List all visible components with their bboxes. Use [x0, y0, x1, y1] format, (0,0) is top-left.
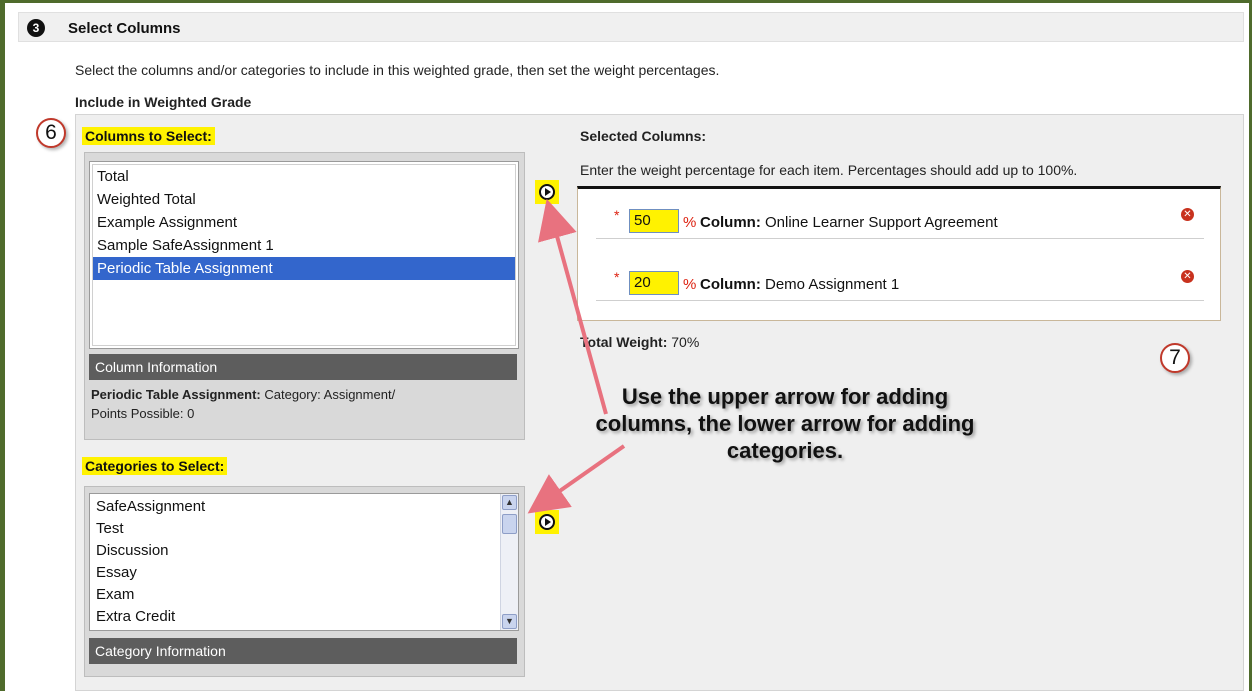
columns-panel: Total Weighted Total Example Assignment … — [84, 152, 525, 440]
list-item-selected[interactable]: Periodic Table Assignment — [93, 257, 515, 280]
categories-to-select-title: Categories to Select: — [82, 457, 228, 475]
required-mark: * — [614, 207, 620, 223]
selected-column-label: Column: Online Learner Support Agreement — [700, 214, 998, 231]
selected-columns-title: Selected Columns: — [580, 128, 707, 144]
add-column-button[interactable] — [535, 180, 559, 204]
selected-column-row: * 50 % Column: Online Learner Support Ag… — [596, 189, 1204, 239]
selected-column-label: Column: Demo Assignment 1 — [700, 276, 900, 293]
remove-circle-icon[interactable]: ✕ — [1181, 208, 1194, 221]
list-item[interactable]: Essay — [92, 562, 498, 584]
percent-sign: % — [683, 214, 697, 231]
add-category-button[interactable] — [535, 510, 559, 534]
selected-column-row: * 20 % Column: Demo Assignment 1 ✕ — [596, 251, 1204, 301]
list-item[interactable]: Extra Credit — [92, 606, 498, 628]
annotation-note: Use the upper arrow for adding columns, … — [595, 384, 975, 463]
categories-listbox[interactable]: SafeAssignment Test Discussion Essay Exa… — [89, 493, 519, 631]
columns-listbox[interactable]: Total Weighted Total Example Assignment … — [89, 161, 519, 349]
chevron-down-icon[interactable]: ▼ — [502, 614, 517, 629]
total-weight: Total Weight: 70% — [580, 334, 700, 350]
remove-circle-icon[interactable]: ✕ — [1181, 270, 1194, 283]
step-number-badge: 3 — [27, 19, 45, 37]
list-item[interactable]: Sample SafeAssignment 1 — [93, 234, 515, 257]
include-weighted-grade-label: Include in Weighted Grade — [75, 94, 252, 110]
list-item[interactable]: Exam — [92, 584, 498, 606]
instructions-text: Select the columns and/or categories to … — [75, 62, 720, 78]
column-info-points: Points Possible: 0 — [91, 406, 195, 421]
list-item[interactable]: Example Assignment — [93, 211, 515, 234]
column-info-name: Periodic Table Assignment: — [91, 387, 261, 402]
weight-instructions: Enter the weight percentage for each ite… — [580, 162, 1078, 178]
weight-input[interactable]: 50 — [629, 209, 679, 233]
required-mark: * — [614, 269, 620, 285]
list-item[interactable]: Weighted Total — [93, 188, 515, 211]
column-info-detail: Category: Assignment/ — [264, 387, 396, 402]
list-item[interactable]: SafeAssignment — [92, 496, 498, 518]
callout-7: 7 — [1160, 343, 1190, 373]
list-item[interactable]: Test — [92, 518, 498, 540]
list-item[interactable]: Total — [93, 165, 515, 188]
categories-scrollbar[interactable]: ▲ ▼ — [500, 494, 518, 630]
chevron-up-icon[interactable]: ▲ — [502, 495, 517, 510]
column-information-header: Column Information — [89, 354, 517, 380]
callout-6: 6 — [36, 118, 66, 148]
percent-sign: % — [683, 276, 697, 293]
category-information-header: Category Information — [89, 638, 517, 664]
columns-to-select-title: Columns to Select: — [82, 127, 215, 145]
scrollbar-thumb[interactable] — [502, 514, 517, 534]
list-item[interactable]: Discussion — [92, 540, 498, 562]
step-title: Select Columns — [68, 20, 181, 37]
categories-panel: SafeAssignment Test Discussion Essay Exa… — [84, 486, 525, 677]
column-information-text: Periodic Table Assignment: Category: Ass… — [91, 385, 511, 423]
selected-columns-box: * 50 % Column: Online Learner Support Ag… — [577, 186, 1221, 321]
weight-input[interactable]: 20 — [629, 271, 679, 295]
step-header — [18, 12, 1244, 42]
